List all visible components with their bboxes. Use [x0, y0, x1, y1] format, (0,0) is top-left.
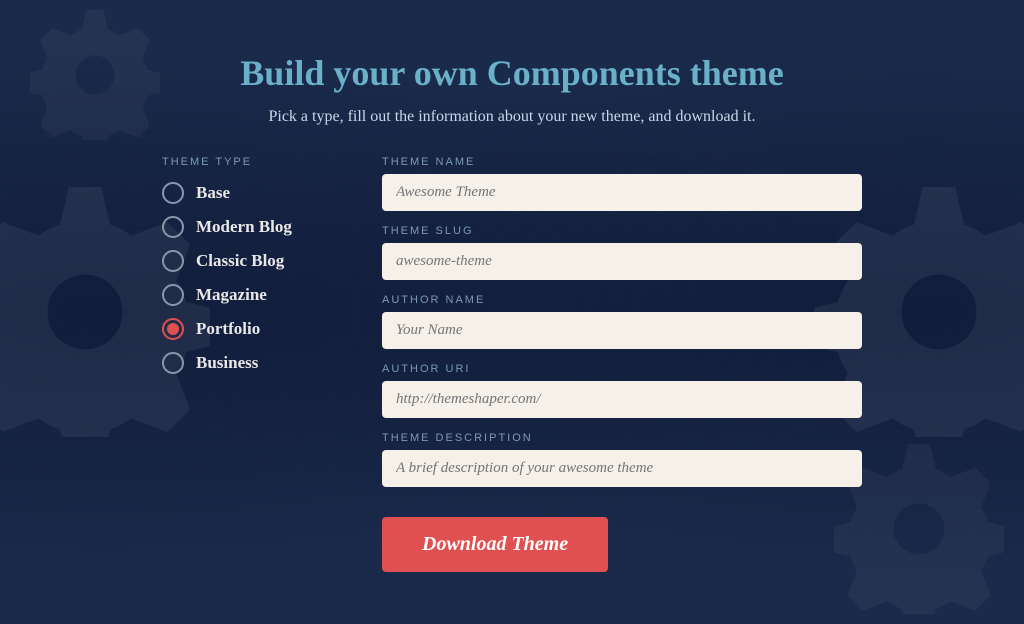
radio-classic-blog-label: Classic Blog [196, 251, 284, 271]
author-uri-group: Author URI [382, 363, 862, 418]
radio-magazine-label: Magazine [196, 285, 267, 305]
page-title: Build your own Components theme [240, 52, 783, 94]
theme-type-section: Theme Type Base Modern Blog Classic Blog… [162, 156, 342, 572]
radio-base[interactable]: Base [162, 182, 342, 204]
theme-name-input[interactable] [382, 174, 862, 211]
radio-modern-blog-outer [162, 216, 184, 238]
page-subtitle: Pick a type, fill out the information ab… [268, 108, 755, 126]
radio-magazine[interactable]: Magazine [162, 284, 342, 306]
radio-portfolio-outer [162, 318, 184, 340]
radio-portfolio-label: Portfolio [196, 319, 260, 339]
theme-description-label: Theme Description [382, 432, 862, 444]
theme-type-label: Theme Type [162, 156, 342, 168]
download-button[interactable]: Download Theme [382, 517, 608, 572]
author-name-group: Author Name [382, 294, 862, 349]
theme-name-group: Theme Name [382, 156, 862, 211]
radio-base-outer [162, 182, 184, 204]
theme-description-input[interactable] [382, 450, 862, 487]
radio-business[interactable]: Business [162, 352, 342, 374]
author-name-label: Author Name [382, 294, 862, 306]
radio-portfolio-inner [167, 323, 179, 335]
theme-slug-group: Theme Slug [382, 225, 862, 280]
theme-name-label: Theme Name [382, 156, 862, 168]
radio-classic-blog[interactable]: Classic Blog [162, 250, 342, 272]
author-uri-input[interactable] [382, 381, 862, 418]
main-content: Theme Type Base Modern Blog Classic Blog… [72, 156, 952, 572]
page-container: Build your own Components theme Pick a t… [52, 22, 972, 602]
theme-description-group: Theme Description [382, 432, 862, 487]
form-section: Theme Name Theme Slug Author Name Author… [382, 156, 862, 572]
radio-modern-blog-label: Modern Blog [196, 217, 292, 237]
radio-business-outer [162, 352, 184, 374]
theme-slug-label: Theme Slug [382, 225, 862, 237]
radio-classic-blog-outer [162, 250, 184, 272]
theme-slug-input[interactable] [382, 243, 862, 280]
radio-modern-blog[interactable]: Modern Blog [162, 216, 342, 238]
radio-base-label: Base [196, 183, 230, 203]
radio-magazine-outer [162, 284, 184, 306]
author-uri-label: Author URI [382, 363, 862, 375]
author-name-input[interactable] [382, 312, 862, 349]
radio-portfolio[interactable]: Portfolio [162, 318, 342, 340]
radio-business-label: Business [196, 353, 258, 373]
